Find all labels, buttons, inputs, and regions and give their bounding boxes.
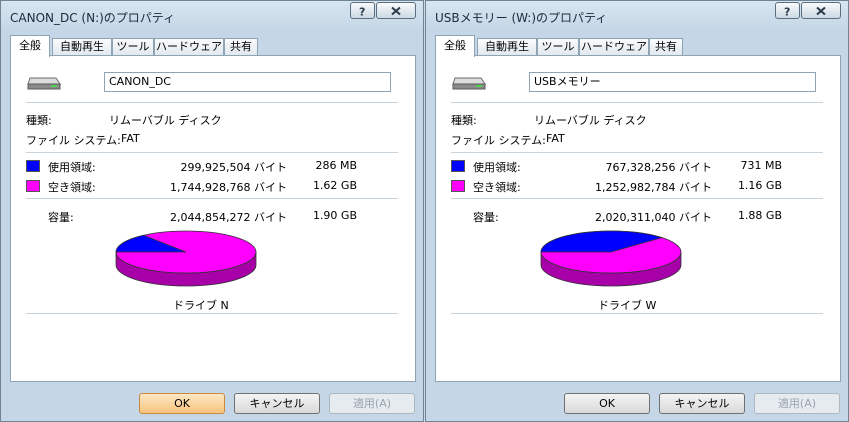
svg-text:?: ? [784, 5, 790, 16]
free-space-size: 1.16 GB [737, 179, 782, 192]
cancel-button[interactable]: キャンセル [234, 393, 320, 414]
capacity-size: 1.88 GB [737, 209, 782, 222]
separator [451, 198, 823, 199]
removable-drive-icon [27, 77, 61, 90]
used-space-size: 286 MB [315, 159, 357, 172]
drive-label: ドライブ N [173, 299, 229, 312]
question-mark-icon: ? [359, 5, 365, 16]
title-bar[interactable]: USBメモリー (W:)のプロパティ ? [426, 1, 848, 31]
used-space-swatch [26, 160, 40, 172]
close-button[interactable] [801, 2, 841, 19]
title-bar[interactable]: CANON_DC (N:)のプロパティ ? [1, 1, 423, 31]
separator [26, 313, 398, 314]
close-x-icon [391, 6, 401, 15]
filesystem-label: ファイル システム: [451, 134, 546, 147]
tab-tools[interactable]: ツール [112, 38, 154, 56]
ok-button[interactable]: OK [564, 393, 650, 414]
used-space-bytes: 767,328,256 バイト [605, 161, 712, 174]
type-label: 種類: [451, 114, 477, 127]
properties-dialog-canon: CANON_DC (N:)のプロパティ ? 全般 自動再生 ツール ハードウェア… [0, 0, 424, 422]
free-space-swatch [26, 180, 40, 192]
tab-autoplay[interactable]: 自動再生 [52, 38, 112, 56]
separator [451, 152, 823, 153]
used-space-bytes: 299,925,504 バイト [180, 161, 287, 174]
disk-usage-pie-chart [115, 230, 257, 287]
free-space-label: 空き領域: [473, 181, 521, 194]
removable-drive-icon [452, 77, 486, 90]
capacity-label: 容量: [48, 211, 74, 224]
used-space-swatch [451, 160, 465, 172]
help-button[interactable]: ? [775, 2, 800, 19]
cancel-button[interactable]: キャンセル [659, 393, 745, 414]
capacity-size: 1.90 GB [312, 209, 357, 222]
tab-sharing[interactable]: 共有 [649, 38, 683, 56]
type-value: リムーバブル ディスク [109, 114, 222, 127]
used-space-label: 使用領域: [473, 161, 521, 174]
svg-text:?: ? [359, 5, 365, 16]
tab-hardware[interactable]: ハードウェア [154, 38, 224, 56]
capacity-bytes: 2,044,854,272 バイト [170, 211, 287, 224]
drive-label: ドライブ W [598, 299, 657, 312]
capacity-label: 容量: [473, 211, 499, 224]
free-space-label: 空き領域: [48, 181, 96, 194]
window-title: CANON_DC (N:)のプロパティ [10, 11, 176, 25]
close-x-icon [816, 6, 826, 15]
separator [26, 102, 398, 103]
drive-name-input[interactable]: CANON_DC [104, 72, 391, 92]
filesystem-label: ファイル システム: [26, 134, 121, 147]
tab-hardware[interactable]: ハードウェア [579, 38, 649, 56]
free-space-size: 1.62 GB [312, 179, 357, 192]
tab-general[interactable]: 全般 [10, 35, 50, 57]
separator [26, 198, 398, 199]
free-space-swatch [451, 180, 465, 192]
tab-sharing[interactable]: 共有 [224, 38, 258, 56]
filesystem-value: FAT [121, 132, 140, 145]
filesystem-value: FAT [546, 132, 565, 145]
tab-autoplay[interactable]: 自動再生 [477, 38, 537, 56]
general-panel: USBメモリー 種類: リムーバブル ディスク ファイル システム: FAT 使… [435, 55, 841, 382]
general-panel: CANON_DC 種類: リムーバブル ディスク ファイル システム: FAT … [10, 55, 416, 382]
capacity-bytes: 2,020,311,040 バイト [595, 211, 712, 224]
properties-dialog-usb: USBメモリー (W:)のプロパティ ? 全般 自動再生 ツール ハードウェア … [425, 0, 849, 422]
close-button[interactable] [376, 2, 416, 19]
drive-name-input[interactable]: USBメモリー [529, 72, 816, 92]
apply-button[interactable]: 適用(A) [329, 393, 415, 414]
ok-button[interactable]: OK [139, 393, 225, 414]
used-space-label: 使用領域: [48, 161, 96, 174]
window-title: USBメモリー (W:)のプロパティ [435, 11, 608, 25]
question-mark-icon: ? [784, 5, 790, 16]
used-space-size: 731 MB [740, 159, 782, 172]
tab-general[interactable]: 全般 [435, 35, 475, 57]
disk-usage-pie-chart [540, 230, 682, 287]
help-button[interactable]: ? [350, 2, 375, 19]
type-label: 種類: [26, 114, 52, 127]
separator [451, 102, 823, 103]
free-space-bytes: 1,744,928,768 バイト [170, 181, 287, 194]
separator [451, 313, 823, 314]
separator [26, 152, 398, 153]
type-value: リムーバブル ディスク [534, 114, 647, 127]
apply-button[interactable]: 適用(A) [754, 393, 840, 414]
free-space-bytes: 1,252,982,784 バイト [595, 181, 712, 194]
tab-tools[interactable]: ツール [537, 38, 579, 56]
